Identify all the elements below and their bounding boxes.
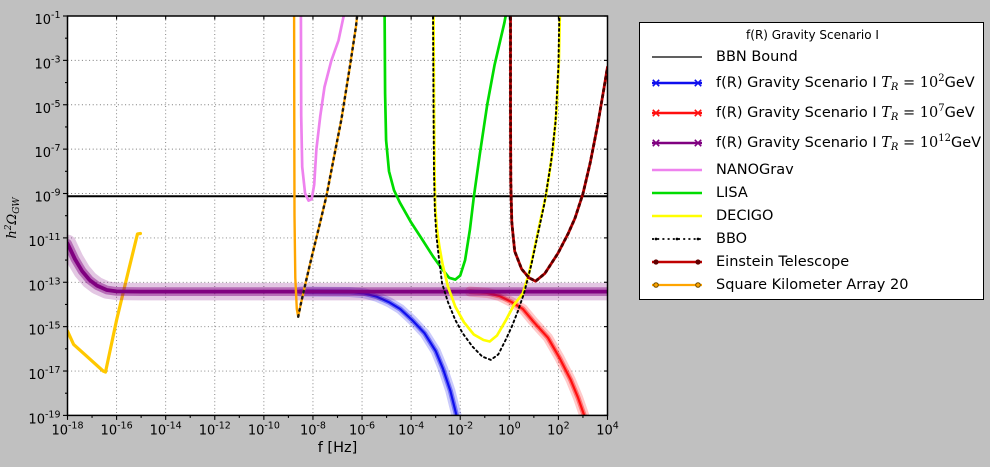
legend-sample-xline [652,139,702,147]
y-tick-label: 10-5 [34,99,60,117]
figure: 10-18 10-16 10-14 10-12 10-10 10-8 10-6 10-4 10-… [0,0,990,467]
legend-sample-dotted [652,237,702,240]
y-tick-label: 10-1 [34,10,60,28]
legend: f(R) Gravity Scenario I BBN Bound f(R) Gr… [639,22,984,300]
x-tick-label: 102 [547,420,570,438]
legend-sample-xline [652,79,702,87]
x-tick-label: 10-8 [300,420,326,438]
x-tick-label: 10-4 [398,420,424,438]
x-tick-label: 10-6 [349,420,375,438]
y-tick-label: 10-7 [34,143,60,161]
y-tick-label: 10-15 [28,321,60,339]
legend-item-5: LISA [648,181,977,204]
legend-item-4: NANOGrav [648,158,977,181]
y-tick-label: 10-17 [28,365,60,383]
legend-item-3: f(R) Gravity Scenario I TR = 1012GeV [648,128,981,158]
legend-marker [653,281,659,288]
legend-marker [675,237,679,240]
y-tick-label: 10-9 [34,188,60,206]
legend-marker [695,281,701,288]
plot-area [67,16,608,416]
legend-marker [653,258,659,265]
legend-sample-line [652,214,702,217]
x-tick-label: 10-2 [447,420,473,438]
legend-item-label: f(R) Gravity Scenario I TR = 107GeV [716,103,975,123]
y-tick-label: 10-11 [28,232,60,250]
legend-entries: BBN Bound f(R) Gravity Scenario I TR = 10… [648,45,981,296]
x-tick-label: 10-14 [150,420,182,438]
legend-sample-dotline [652,258,702,265]
legend-item-label: NANOGrav [716,161,794,178]
x-tick-label: 104 [596,420,619,438]
legend-sample-line [652,55,702,58]
x-tick-label: 10-18 [51,420,83,438]
legend-item-label: BBN Bound [716,48,798,65]
y-axis-label: h2ΩGW [4,197,22,239]
legend-item-label: DECIGO [716,207,774,224]
legend-item-label: Einstein Telescope [716,253,850,270]
legend-sample-circline [652,281,702,288]
legend-marker [695,258,701,265]
x-tick-label: 10-10 [248,420,280,438]
legend-marker [654,237,658,240]
legend-item-label: Square Kilometer Array 20 [716,276,909,293]
x-tick-label: 100 [498,420,521,438]
legend-sample-line [652,168,702,171]
legend-sample-line [652,191,702,194]
y-tick-label: 10-3 [34,54,60,72]
legend-item-label: f(R) Gravity Scenario I TR = 102GeV [716,73,975,93]
legend-item-label: BBO [716,230,748,247]
legend-item-1: f(R) Gravity Scenario I TR = 102GeV [648,68,977,98]
legend-item-9: Square Kilometer Array 20 [648,273,977,296]
x-axis-label: f [Hz] [318,440,358,456]
legend-item-label: LISA [716,184,748,201]
legend-item-2: f(R) Gravity Scenario I TR = 107GeV [648,98,977,128]
legend-item-label: f(R) Gravity Scenario I TR = 1012GeV [716,133,982,153]
legend-marker [696,237,700,240]
legend-item-6: DECIGO [648,204,977,227]
y-tick-label: 10-13 [28,276,60,294]
legend-sample-xline [652,109,702,117]
x-tick-label: 10-12 [199,420,231,438]
legend-title: f(R) Gravity Scenario I [746,28,879,42]
legend-item-0: BBN Bound [648,45,977,68]
x-tick-label: 10-16 [101,420,133,438]
legend-item-7: BBO [648,227,977,250]
legend-item-8: Einstein Telescope [648,250,977,273]
